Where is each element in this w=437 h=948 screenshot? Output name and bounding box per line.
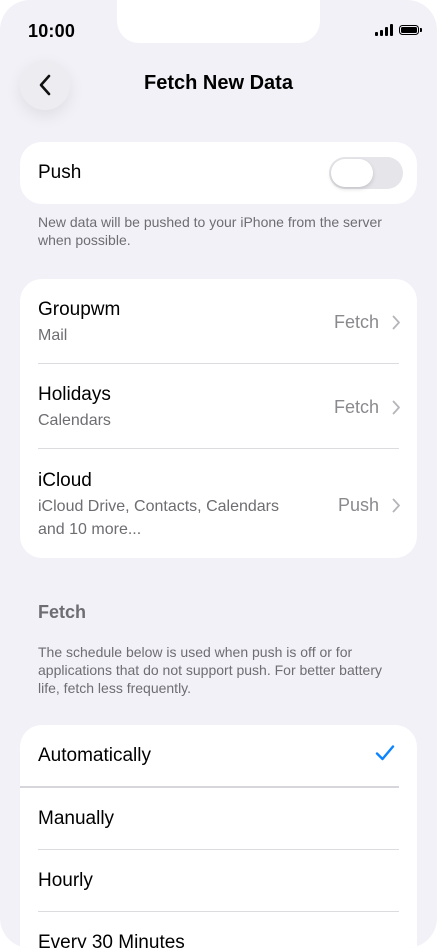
schedule-option-automatically[interactable]: Automatically (20, 725, 417, 787)
account-row-holidays[interactable]: Holidays Calendars Fetch (20, 364, 417, 449)
account-detail: Calendars (38, 412, 111, 429)
notch (117, 0, 320, 43)
account-detail-line2: and 10 more... (38, 521, 142, 538)
account-row-icloud[interactable]: iCloud iCloud Drive, Contacts, Calendars… (20, 449, 417, 558)
schedule-option-label: Automatically (38, 745, 151, 766)
account-row-groupwm[interactable]: Groupwm Mail Fetch (20, 279, 417, 364)
accounts-list: Groupwm Mail Fetch Holidays Calendars Fe… (20, 279, 417, 558)
fetch-description: The schedule below is used when push is … (38, 644, 382, 696)
schedule-option-label: Manually (38, 808, 115, 829)
schedule-option-manually[interactable]: Manually (20, 788, 417, 850)
status-time: 10:00 (28, 21, 76, 41)
account-detail-line1: iCloud Drive, Contacts, Calendars (38, 498, 279, 515)
battery-icon (399, 25, 422, 35)
push-label: Push (38, 162, 82, 183)
account-name: Groupwm (38, 299, 121, 320)
phone-screen: 10:00 Fetch New Data Push New data will … (0, 0, 437, 948)
chevron-right-icon (392, 498, 400, 513)
fetch-section-title: Fetch (38, 602, 87, 622)
push-row: Push (20, 142, 417, 204)
toggle-knob (331, 159, 373, 187)
account-fetch-value: Fetch (333, 312, 379, 332)
schedule-option-label: Hourly (38, 870, 93, 891)
fetch-schedule-list: Automatically Manually Hourly Every 30 M… (20, 725, 417, 948)
chevron-right-icon (392, 315, 400, 330)
account-fetch-value: Push (337, 495, 379, 515)
account-name: Holidays (38, 384, 111, 405)
account-name: iCloud (38, 470, 92, 491)
account-fetch-value: Fetch (333, 397, 379, 417)
schedule-option-every-30-minutes[interactable]: Every 30 Minutes (20, 912, 417, 948)
schedule-option-hourly[interactable]: Hourly (20, 850, 417, 912)
account-detail: Mail (38, 327, 68, 344)
push-toggle[interactable] (329, 157, 403, 189)
schedule-option-label: Every 30 Minutes (38, 932, 185, 948)
page-title: Fetch New Data (144, 72, 293, 94)
cellular-signal-icon (375, 24, 393, 36)
push-footer: New data will be pushed to your iPhone f… (38, 214, 382, 248)
checkmark-icon (375, 745, 395, 761)
chevron-right-icon (392, 400, 400, 415)
status-icons (375, 24, 422, 36)
